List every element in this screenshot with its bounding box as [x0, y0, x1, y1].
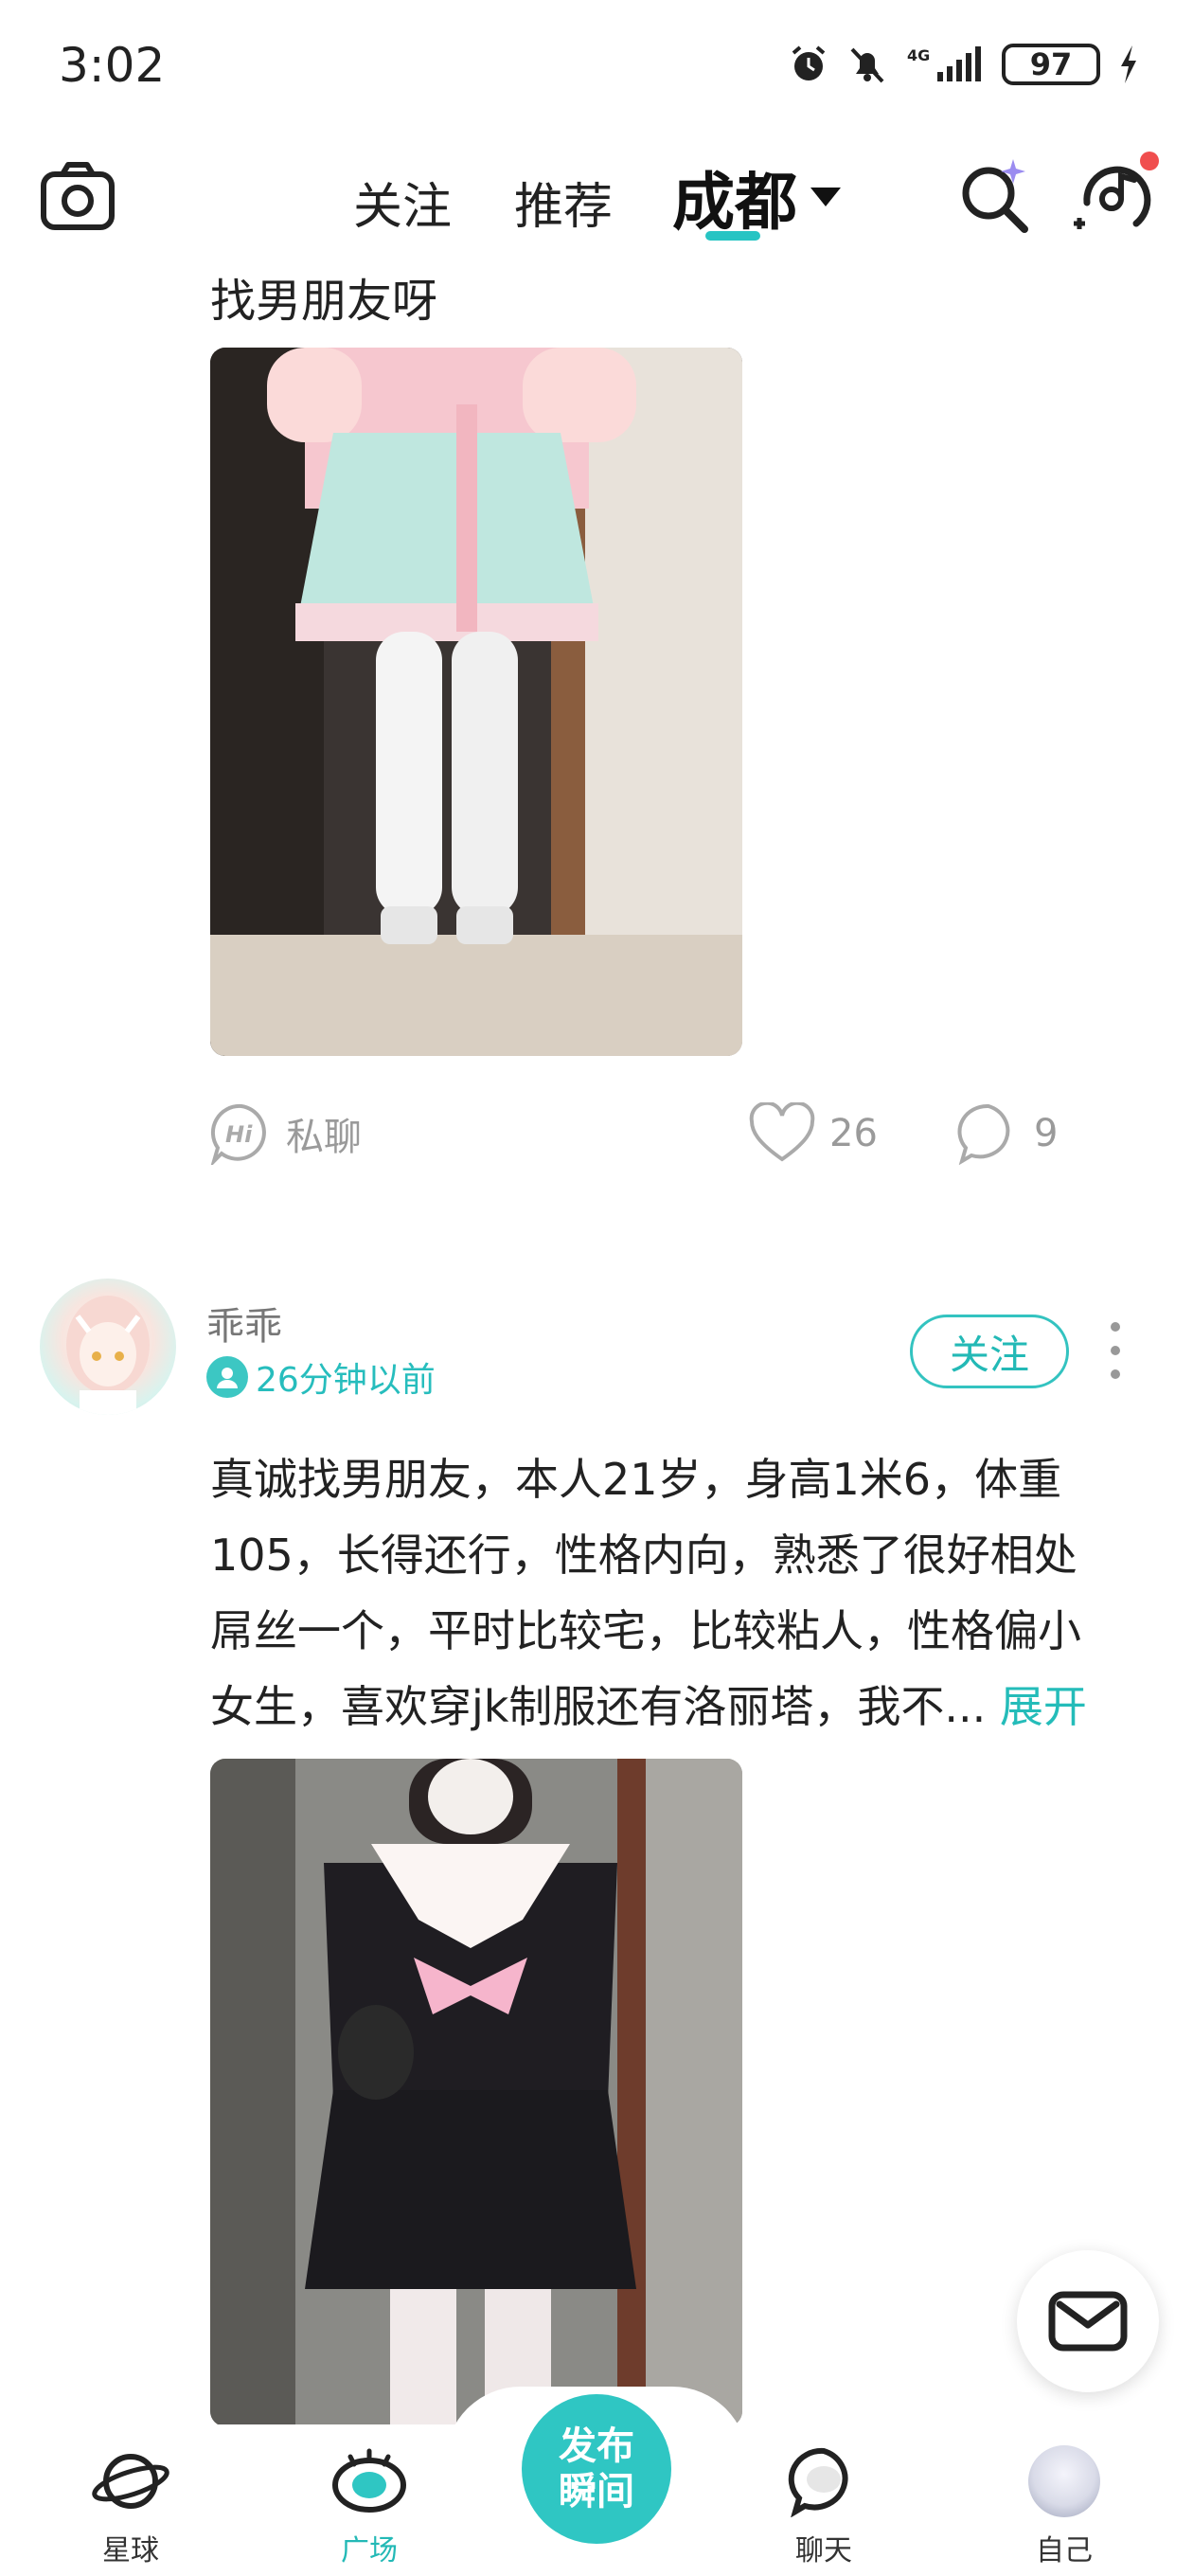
post-photo[interactable]: [210, 348, 742, 1056]
comment-button[interactable]: 9: [956, 1102, 1058, 1165]
svg-text:Hi: Hi: [225, 1121, 253, 1148]
music-button[interactable]: [1070, 148, 1161, 239]
svg-text:4G: 4G: [907, 46, 930, 64]
nav-chat[interactable]: 聊天: [748, 2445, 899, 2568]
alarm-icon: [792, 45, 826, 80]
post-text-line: 真诚找男朋友，本人21岁，身高1米6，体重: [210, 1454, 1062, 1505]
user-badge-icon: [206, 1356, 248, 1398]
post-text-line: 女生，喜欢穿jk制服还有洛丽塔，我不...: [210, 1681, 987, 1732]
post-text-line: 105，长得还行，性格内向，熟悉了很好相处: [210, 1530, 1077, 1581]
nav-me[interactable]: 自己: [988, 2445, 1140, 2568]
mail-icon: [1048, 2291, 1128, 2352]
post-text[interactable]: 真诚找男朋友，本人21岁，身高1米6，体重 105，长得还行，性格内向，熟悉了很…: [210, 1441, 1157, 1744]
more-options-icon[interactable]: [1104, 1322, 1127, 1379]
signal-icon: 4G: [907, 46, 981, 81]
post-text[interactable]: 找男朋友呀: [210, 263, 437, 330]
publish-label-line1: 发布: [559, 2424, 634, 2468]
search-icon: [962, 159, 1028, 233]
nav-chat-label: 聊天: [795, 2534, 852, 2567]
post-text-line-last: 女生，喜欢穿jk制服还有洛丽塔，我不... 展开: [210, 1669, 1157, 1744]
active-tab-indicator: [705, 231, 760, 241]
nav-me-label: 自己: [1036, 2534, 1093, 2567]
tab-recommend[interactable]: 推荐: [514, 167, 613, 238]
status-bar: 3:02 4G 97: [0, 0, 1193, 133]
tab-city[interactable]: 成都: [672, 152, 841, 242]
search-button[interactable]: [956, 152, 1038, 237]
like-count: 26: [829, 1112, 878, 1155]
nav-planet-label: 星球: [102, 2534, 159, 2567]
avatar: [1028, 2445, 1100, 2517]
private-chat-button[interactable]: Hi 私聊: [210, 1102, 362, 1165]
eye-icon: [332, 2448, 406, 2513]
post-time-label: 26分钟以前: [256, 1361, 436, 1400]
message-fab[interactable]: [1017, 2250, 1159, 2392]
comment-icon: [957, 1103, 1010, 1165]
nav-square[interactable]: 广场: [294, 2445, 445, 2568]
status-time: 3:02: [59, 38, 166, 93]
top-nav: 关注 推荐 成都: [0, 133, 1193, 256]
caret-down-icon: [810, 188, 841, 206]
like-button[interactable]: 26: [748, 1102, 878, 1165]
post-text-line: 屌丝一个，平时比较宅，比较粘人，性格偏小: [210, 1605, 1081, 1656]
expand-link[interactable]: 展开: [1000, 1681, 1087, 1732]
planet-icon: [92, 2454, 169, 2509]
nav-planet[interactable]: 星球: [55, 2445, 206, 2568]
username[interactable]: 乖乖: [206, 1296, 282, 1351]
charging-icon: [1121, 45, 1136, 83]
post-time: 26分钟以前: [206, 1352, 436, 1402]
tab-city-label: 成都: [672, 166, 797, 239]
bell-mute-icon: [850, 47, 884, 83]
publish-button[interactable]: 发布 瞬间: [522, 2394, 671, 2544]
private-chat-label: 私聊: [286, 1116, 362, 1159]
publish-label-line2: 瞬间: [559, 2470, 634, 2513]
post-actions: Hi 私聊 26 9: [210, 1099, 1062, 1174]
heart-icon: [749, 1102, 815, 1162]
music-note-icon: [1074, 152, 1159, 229]
post-header: 乖乖 26分钟以前 关注: [0, 1269, 1193, 1421]
camera-button[interactable]: [38, 157, 117, 237]
avatar[interactable]: [40, 1279, 176, 1415]
status-icons: 4G 97: [788, 44, 1140, 85]
hi-chat-icon: Hi: [210, 1103, 266, 1165]
chat-bubble-icon: [788, 2447, 848, 2517]
battery-icon: 97: [1002, 44, 1100, 85]
post-photo[interactable]: [210, 1759, 742, 2426]
camera-icon: [41, 162, 115, 230]
follow-button[interactable]: 关注: [910, 1315, 1069, 1388]
comment-count: 9: [1034, 1112, 1059, 1155]
nav-square-label: 广场: [341, 2534, 398, 2567]
tab-follow[interactable]: 关注: [353, 167, 452, 238]
